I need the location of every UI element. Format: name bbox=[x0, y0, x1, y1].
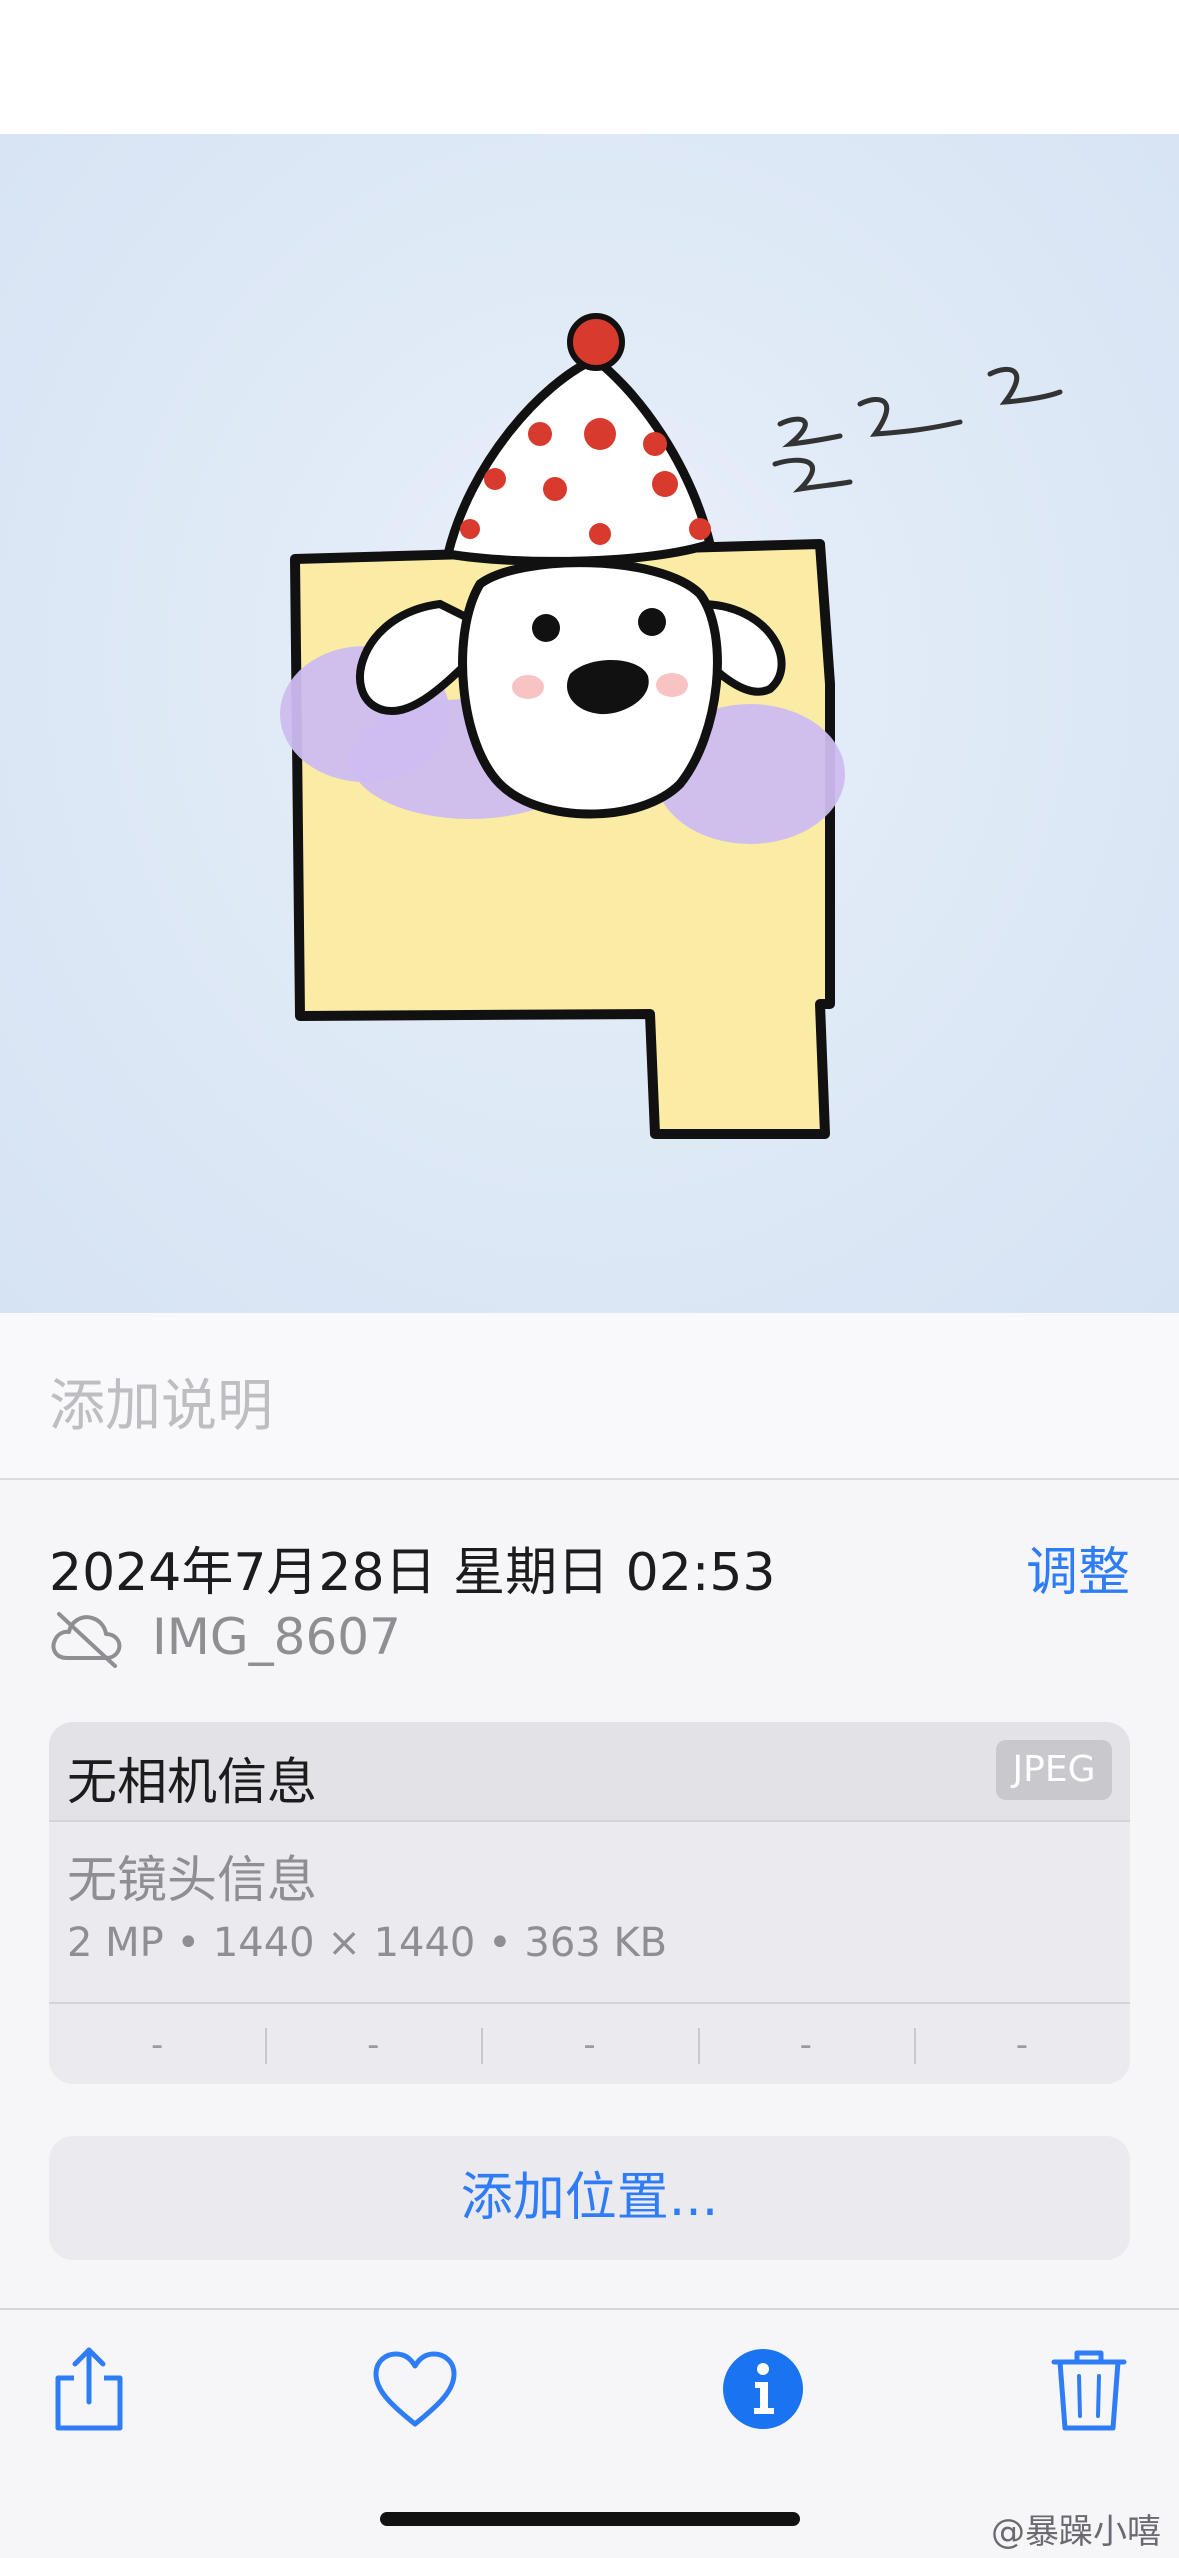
caption-placeholder: 添加说明 bbox=[49, 1374, 273, 1439]
exif-exposure-value: - bbox=[481, 2004, 697, 2084]
photo-illustration bbox=[280, 313, 1063, 1139]
home-indicator bbox=[380, 2512, 800, 2526]
image-specs: 2 MP • 1440 × 1440 • 363 KB bbox=[67, 1920, 668, 1966]
format-badge: JPEG bbox=[996, 1740, 1112, 1800]
trash-icon[interactable] bbox=[1044, 2344, 1134, 2434]
top-bar bbox=[0, 0, 1179, 134]
watermark: @暴躁小嘻 bbox=[991, 2512, 1161, 2552]
exif-shutter-speed: - bbox=[913, 2004, 1130, 2084]
camera-info: 无相机信息 bbox=[67, 1753, 317, 1811]
adjust-button[interactable]: 调整 bbox=[1026, 1530, 1130, 1605]
exif-aperture: - bbox=[697, 2004, 914, 2084]
info-panel: 2024年7月28日 星期日 02:53 调整 IMG_8607 无相机信息 J… bbox=[0, 1480, 1179, 2308]
add-location-button[interactable]: 添加位置... bbox=[49, 2136, 1130, 2260]
metadata-card: 无相机信息 JPEG 无镜头信息 2 MP • 1440 × 1440 • 36… bbox=[49, 1722, 1130, 2084]
exif-iso: - bbox=[150, 2025, 164, 2065]
metadata-card-header: 无相机信息 JPEG bbox=[49, 1722, 1130, 1822]
share-icon[interactable] bbox=[44, 2344, 134, 2434]
file-name: IMG_8607 bbox=[152, 1608, 401, 1666]
photo-view[interactable] bbox=[0, 134, 1179, 1313]
caption-field[interactable]: 添加说明 bbox=[0, 1313, 1179, 1480]
lens-info: 无镜头信息 bbox=[67, 1851, 317, 1909]
info-icon[interactable] bbox=[718, 2344, 808, 2434]
exif-row: - - - - - bbox=[49, 2002, 1130, 2084]
exif-focal-length: - bbox=[265, 2004, 481, 2084]
photo-date: 2024年7月28日 星期日 02:53 bbox=[49, 1543, 776, 1603]
heart-icon[interactable] bbox=[370, 2344, 460, 2434]
cloud-off-icon bbox=[51, 1612, 122, 1668]
